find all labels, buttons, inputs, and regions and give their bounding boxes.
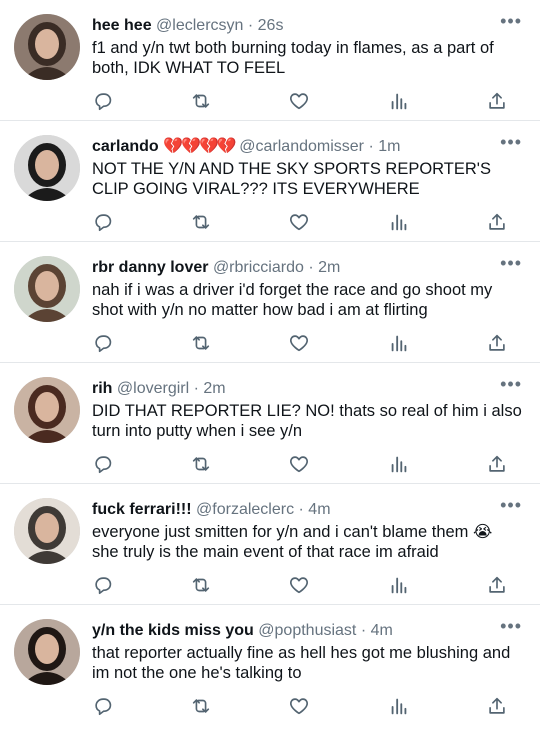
tweet-text: f1 and y/n twt both burning today in fla… <box>92 39 494 77</box>
tweet-header: hee hee @leclercsyn · 26s <box>92 16 496 36</box>
retweet-icon[interactable] <box>190 453 214 477</box>
share-icon[interactable] <box>486 453 510 477</box>
avatar[interactable] <box>14 256 80 322</box>
reply-icon[interactable] <box>92 574 116 598</box>
share-icon[interactable] <box>486 695 510 719</box>
avatar-image <box>14 377 80 443</box>
retweet-icon[interactable] <box>190 695 214 719</box>
more-icon[interactable]: ••• <box>500 12 522 30</box>
tweet-header: rih @lovergirl · 2m <box>92 379 496 399</box>
avatar[interactable] <box>14 498 80 564</box>
tweet-actions <box>92 574 512 600</box>
avatar-image <box>14 14 80 80</box>
analytics-icon[interactable] <box>388 453 412 477</box>
tweet-header: carlando 💔💔💔💔 @carlandomisser · 1m <box>92 137 496 157</box>
tweet[interactable]: rbr danny lover @rbricciardo · 2m ••• na… <box>0 242 540 363</box>
share-icon[interactable] <box>486 211 510 235</box>
tweet-header: y/n the kids miss you @popthusiast · 4m <box>92 621 496 641</box>
heart-icon[interactable] <box>288 332 312 356</box>
tweet-text: that reporter actually fine as hell hes … <box>92 644 511 682</box>
tweet-text: nah if i was a driver i'd forget the rac… <box>92 281 493 319</box>
tweet[interactable]: fuck ferrari!!! @forzaleclerc · 4m ••• e… <box>0 484 540 605</box>
tweet-text: everyone just smitten for y/n and i can'… <box>92 523 493 561</box>
display-name[interactable]: rbr danny lover <box>92 259 208 276</box>
tweet-header: rbr danny lover @rbricciardo · 2m <box>92 258 496 278</box>
reply-icon[interactable] <box>92 90 116 114</box>
avatar[interactable] <box>14 14 80 80</box>
avatar[interactable] <box>14 619 80 685</box>
reply-icon[interactable] <box>92 211 116 235</box>
heart-icon[interactable] <box>288 453 312 477</box>
analytics-icon[interactable] <box>388 211 412 235</box>
analytics-icon[interactable] <box>388 695 412 719</box>
avatar-image <box>14 619 80 685</box>
tweet[interactable]: rih @lovergirl · 2m ••• DID THAT REPORTE… <box>0 363 540 484</box>
avatar-image <box>14 135 80 201</box>
tweet[interactable]: hee hee @leclercsyn · 26s ••• f1 and y/n… <box>0 0 540 121</box>
tweet[interactable]: y/n the kids miss you @popthusiast · 4m … <box>0 605 540 735</box>
display-name-emojis: 💔💔💔💔 <box>163 138 237 155</box>
tweet-text: NOT THE Y/N AND THE SKY SPORTS REPORTER'… <box>92 160 491 198</box>
tweet-feed: hee hee @leclercsyn · 26s ••• f1 and y/n… <box>0 0 540 735</box>
more-icon[interactable]: ••• <box>500 133 522 151</box>
retweet-icon[interactable] <box>190 332 214 356</box>
avatar[interactable] <box>14 135 80 201</box>
analytics-icon[interactable] <box>388 90 412 114</box>
more-icon[interactable]: ••• <box>500 617 522 635</box>
more-icon[interactable]: ••• <box>500 254 522 272</box>
reply-icon[interactable] <box>92 332 116 356</box>
reply-icon[interactable] <box>92 695 116 719</box>
more-icon[interactable]: ••• <box>500 375 522 393</box>
tweet-time[interactable]: · 4m <box>299 501 331 518</box>
analytics-icon[interactable] <box>388 332 412 356</box>
tweet-time[interactable]: · 2m <box>194 380 226 397</box>
user-handle[interactable]: @rbricciardo <box>213 259 304 276</box>
avatar-image <box>14 498 80 564</box>
retweet-icon[interactable] <box>190 90 214 114</box>
share-icon[interactable] <box>486 90 510 114</box>
heart-icon[interactable] <box>288 211 312 235</box>
display-name[interactable]: hee hee <box>92 17 152 34</box>
display-name[interactable]: carlando <box>92 138 159 155</box>
more-icon[interactable]: ••• <box>500 496 522 514</box>
heart-icon[interactable] <box>288 695 312 719</box>
user-handle[interactable]: @forzaleclerc <box>196 501 294 518</box>
tweet-time[interactable]: · 4m <box>361 622 393 639</box>
tweet-time[interactable]: · 26s <box>248 17 284 34</box>
user-handle[interactable]: @carlandomisser <box>239 138 364 155</box>
retweet-icon[interactable] <box>190 574 214 598</box>
tweet-actions <box>92 453 512 479</box>
user-handle[interactable]: @leclercsyn <box>156 17 243 34</box>
tweet-actions <box>92 332 512 358</box>
avatar-image <box>14 256 80 322</box>
retweet-icon[interactable] <box>190 211 214 235</box>
share-icon[interactable] <box>486 332 510 356</box>
heart-icon[interactable] <box>288 90 312 114</box>
share-icon[interactable] <box>486 574 510 598</box>
tweet[interactable]: carlando 💔💔💔💔 @carlandomisser · 1m ••• N… <box>0 121 540 242</box>
user-handle[interactable]: @lovergirl <box>117 380 189 397</box>
user-handle[interactable]: @popthusiast <box>258 622 356 639</box>
display-name[interactable]: y/n the kids miss you <box>92 622 254 639</box>
tweet-actions <box>92 695 512 721</box>
tweet-time[interactable]: · 1m <box>368 138 400 155</box>
tweet-actions <box>92 90 512 116</box>
tweet-text: DID THAT REPORTER LIE? NO! thats so real… <box>92 402 522 440</box>
display-name[interactable]: rih <box>92 380 112 397</box>
tweet-header: fuck ferrari!!! @forzaleclerc · 4m <box>92 500 496 520</box>
analytics-icon[interactable] <box>388 574 412 598</box>
tweet-actions <box>92 211 512 237</box>
reply-icon[interactable] <box>92 453 116 477</box>
heart-icon[interactable] <box>288 574 312 598</box>
display-name[interactable]: fuck ferrari!!! <box>92 501 192 518</box>
tweet-time[interactable]: · 2m <box>308 259 340 276</box>
avatar[interactable] <box>14 377 80 443</box>
